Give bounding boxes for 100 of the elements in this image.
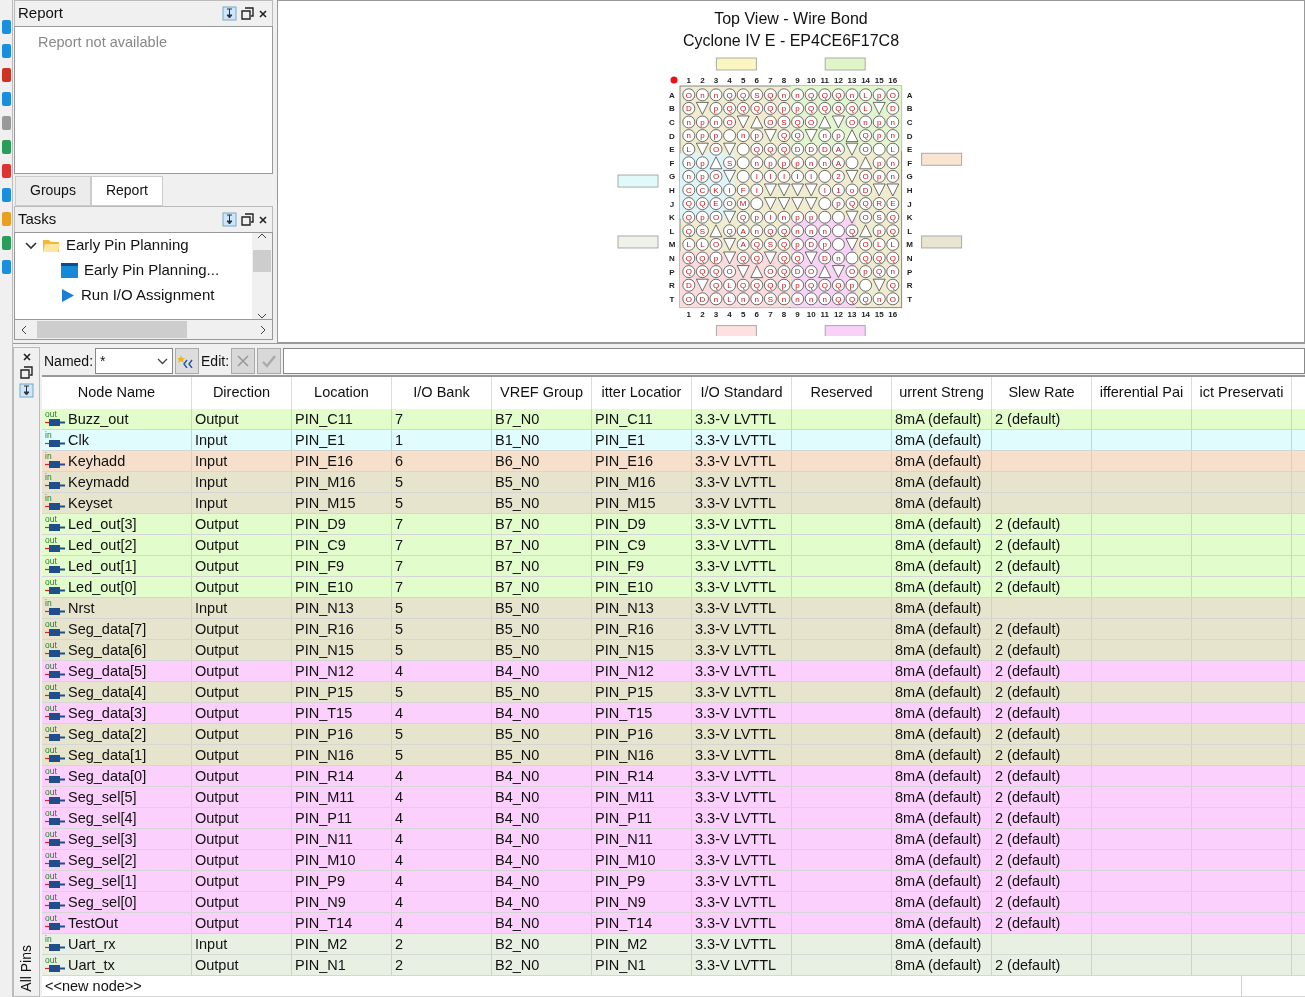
pin-marker[interactable]: p (777, 156, 791, 170)
pin-marker[interactable]: A (737, 238, 750, 251)
table-row[interactable]: in Clk Input PIN_E1 1 B1_N0 PIN_E1 3.3-V LVTTL 8mA (default) (42, 430, 1305, 451)
pin-marker[interactable]: n (682, 156, 696, 170)
pin-marker[interactable]: Q (750, 251, 764, 265)
pin-circle-icon[interactable] (737, 156, 750, 170)
pin-marker[interactable]: C (696, 183, 709, 197)
pin-marker[interactable]: Q (764, 224, 777, 238)
pin-marker[interactable]: O (859, 170, 873, 183)
pin-triangle-icon[interactable] (723, 238, 737, 251)
pin-marker[interactable]: Q (845, 102, 859, 115)
pin-triangle-icon[interactable] (845, 210, 859, 224)
table-row[interactable]: out Seg_sel[5] Output PIN_M11 4 B4_N0 PIN_M11 3.3-V LVTTL 8mA (default) 2 (default) (42, 787, 1305, 808)
pin-circle-icon[interactable] (832, 224, 845, 238)
pin-triangle-icon[interactable] (791, 197, 805, 210)
pin-marker[interactable]: p (777, 102, 791, 115)
pin-marker[interactable]: D (859, 183, 873, 197)
pin-marker[interactable]: O (709, 142, 723, 156)
pin-marker[interactable]: n (777, 292, 791, 306)
pin-marker[interactable]: S (764, 292, 777, 306)
pin-marker[interactable]: n (737, 292, 750, 306)
close-icon[interactable] (258, 8, 268, 19)
pin-marker[interactable]: Q (682, 265, 696, 278)
pin-marker[interactable]: L (886, 142, 900, 156)
table-row[interactable]: out Seg_data[1] Output PIN_N16 5 B5_N0 PIN_N16 3.3-V LVTTL 8mA (default) 2 (default) (42, 745, 1305, 766)
pin-marker[interactable]: Q (764, 102, 777, 115)
pin-marker[interactable]: S (723, 156, 737, 170)
pin-marker[interactable]: p (791, 278, 805, 292)
pin-marker[interactable]: 1 (832, 183, 845, 197)
pin-marker[interactable]: Q (791, 251, 805, 265)
pin-triangle-icon[interactable] (859, 156, 873, 170)
pin-circle-icon[interactable] (723, 129, 737, 142)
pin-marker[interactable]: p (696, 210, 709, 224)
pin-marker[interactable]: Q (886, 210, 900, 224)
pin-triangle-icon[interactable] (805, 197, 818, 210)
table-row[interactable]: out Seg_data[2] Output PIN_P16 5 B5_N0 PIN_P16 3.3-V LVTTL 8mA (default) 2 (default) (42, 724, 1305, 745)
pin-triangle-icon[interactable] (832, 115, 845, 129)
pin-triangle-icon[interactable] (845, 170, 859, 183)
pin-marker[interactable]: p (818, 238, 832, 251)
pin-triangle-icon[interactable] (805, 251, 818, 265)
pin-marker[interactable]: n (709, 292, 723, 306)
pin-triangle-icon[interactable] (832, 265, 845, 278)
pin-marker[interactable]: A (832, 156, 845, 170)
pin-marker[interactable]: p (845, 278, 859, 292)
pin-triangle-icon[interactable] (750, 115, 764, 129)
restore-icon[interactable] (241, 7, 254, 20)
pin-marker[interactable]: n (791, 88, 805, 102)
table-row[interactable]: out Seg_data[6] Output PIN_N15 5 B5_N0 PIN_N15 3.3-V LVTTL 8mA (default) 2 (default) (42, 640, 1305, 661)
table-row[interactable]: out Seg_data[0] Output PIN_R14 4 B4_N0 PIN_R14 3.3-V LVTTL 8mA (default) 2 (default) (42, 766, 1305, 787)
pin-marker[interactable]: Q (737, 102, 750, 115)
pin-marker[interactable]: p (873, 170, 886, 183)
pin-marker[interactable]: Q (737, 278, 750, 292)
pin-circle-icon[interactable] (818, 197, 832, 210)
pin-triangle-icon[interactable] (818, 265, 832, 278)
pin-marker[interactable]: p (696, 115, 709, 129)
pin-marker[interactable]: Q (791, 129, 805, 142)
pin-marker[interactable]: n (696, 88, 709, 102)
table-row[interactable]: out Seg_sel[0] Output PIN_N9 4 B4_N0 PIN_N9 3.3-V LVTTL 8mA (default) 2 (default) (42, 892, 1305, 913)
pin-marker[interactable]: Q (682, 197, 696, 210)
pin-marker[interactable]: D (682, 278, 696, 292)
pin-marker[interactable]: n (750, 156, 764, 170)
pin-marker[interactable]: n (750, 292, 764, 306)
pin-marker[interactable]: Q (709, 265, 723, 278)
pin-marker[interactable]: p (777, 278, 791, 292)
pin-marker[interactable]: n (886, 156, 900, 170)
pin-marker[interactable]: O (764, 265, 777, 278)
pin-triangle-icon[interactable] (873, 183, 886, 197)
pin-marker[interactable]: Q (764, 278, 777, 292)
pin-marker[interactable]: Q (832, 292, 845, 306)
pin-triangle-icon[interactable] (845, 142, 859, 156)
pin-marker[interactable]: n (682, 170, 696, 183)
pin-marker[interactable]: R (873, 197, 886, 210)
pin-marker[interactable]: Q (777, 251, 791, 265)
pin-marker[interactable]: O (859, 142, 873, 156)
pin-marker[interactable]: p (873, 156, 886, 170)
scroll-right-icon[interactable] (260, 324, 266, 335)
pin-marker[interactable]: p (791, 210, 805, 224)
pin-triangle-icon[interactable] (723, 251, 737, 265)
pin-marker[interactable]: D (791, 265, 805, 278)
pin-marker[interactable]: Q (832, 102, 845, 115)
play-icon[interactable] (61, 288, 75, 303)
pin-triangle-icon[interactable] (750, 265, 764, 278)
pin-marker[interactable]: D (682, 102, 696, 115)
pin-marker[interactable]: I (791, 170, 805, 183)
scroll-thumb[interactable] (253, 250, 271, 272)
side-tab[interactable]: All Pins (16, 941, 37, 996)
pin-triangle-icon[interactable] (709, 156, 723, 170)
pin-triangle-icon[interactable] (859, 224, 873, 238)
pin-marker[interactable]: p (750, 129, 764, 142)
table-row[interactable]: out Seg_data[7] Output PIN_R16 5 B5_N0 PIN_R16 3.3-V LVTTL 8mA (default) 2 (default) (42, 619, 1305, 640)
pin-circle-icon[interactable] (737, 142, 750, 156)
scroll-up-icon[interactable] (257, 233, 267, 239)
restore-icon[interactable] (241, 213, 254, 226)
table-row[interactable]: out Seg_data[4] Output PIN_P15 5 B5_N0 PIN_P15 3.3-V LVTTL 8mA (default) 2 (default) (42, 682, 1305, 703)
pin-marker[interactable]: A (832, 142, 845, 156)
pin-marker[interactable]: n (832, 251, 845, 265)
table-row[interactable]: in Uart_rx Input PIN_M2 2 B2_N0 PIN_M2 3.3-V LVTTL 8mA (default) (42, 934, 1305, 955)
pin-icon[interactable] (222, 212, 237, 227)
pin-triangle-icon[interactable] (737, 265, 750, 278)
pin-marker[interactable]: Q (873, 251, 886, 265)
